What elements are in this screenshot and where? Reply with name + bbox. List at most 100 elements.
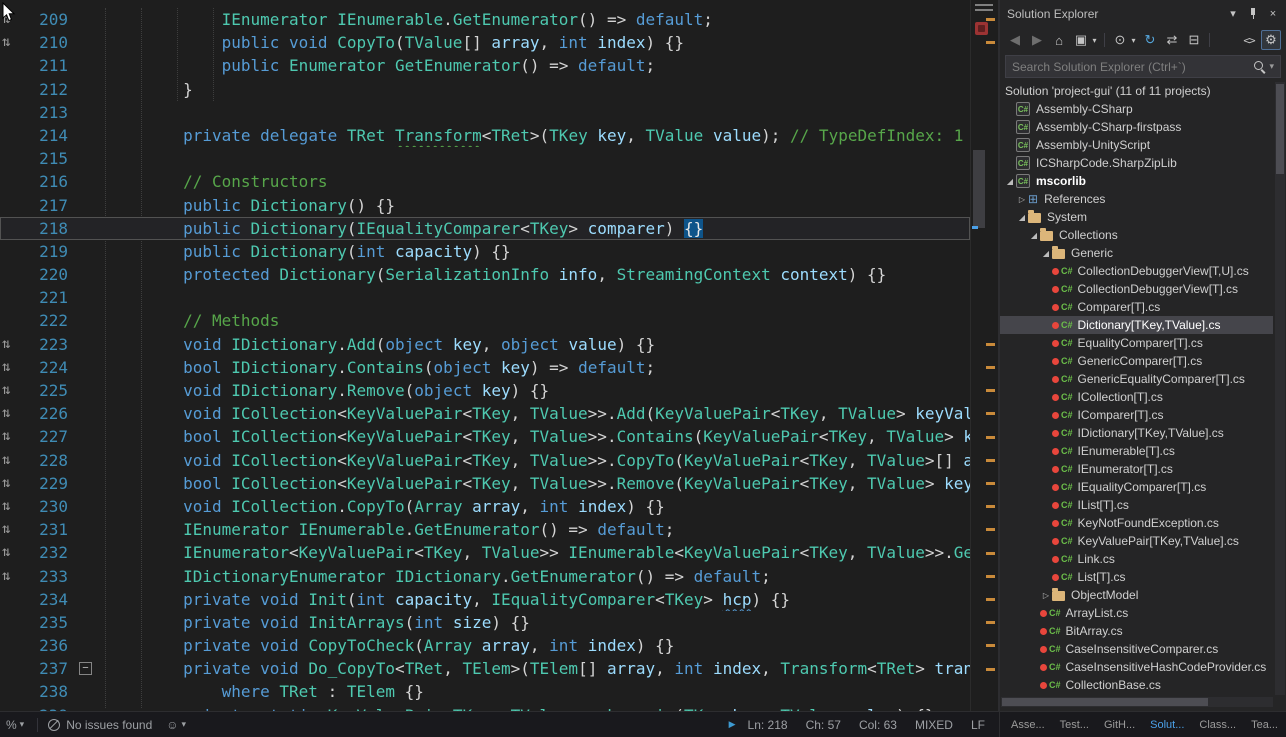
tree-item-project[interactable]: C#ICSharpCode.SharpZipLib [1000, 154, 1273, 172]
back-icon[interactable]: ◀ [1005, 30, 1025, 50]
tree-item-project[interactable]: C#Assembly-CSharp-firstpass [1000, 118, 1273, 136]
code-text[interactable]: } [98, 78, 970, 101]
code-line[interactable]: 216 // Constructors [0, 170, 970, 193]
tree-item-folder[interactable]: ▷ObjectModel [1000, 586, 1273, 604]
tree-item-file[interactable]: C#IEnumerator[T].cs [1000, 460, 1273, 478]
editor-scrollbar[interactable] [970, 0, 998, 711]
code-text[interactable]: void ICollection<KeyValuePair<TKey, TVal… [98, 402, 970, 425]
code-line[interactable]: 221 [0, 286, 970, 309]
switch-views-dropdown-icon[interactable]: ▾ [1090, 30, 1099, 50]
tree-item-file[interactable]: C#Dictionary[TKey,TValue].cs [1000, 316, 1273, 334]
tree-item-file[interactable]: C#CollectionDebuggerView[T,U].cs [1000, 262, 1273, 280]
line-number[interactable]: 216 [28, 170, 76, 193]
code-line[interactable]: ⇅224 bool IDictionary.Contains(object ke… [0, 356, 970, 379]
tree-item-file[interactable]: C#GenericComparer[T].cs [1000, 352, 1273, 370]
line-number[interactable]: 230 [28, 495, 76, 518]
code-line[interactable]: 218 public Dictionary(IEqualityComparer<… [0, 217, 970, 240]
code-line[interactable]: ⇅230 void ICollection.CopyTo(Array array… [0, 495, 970, 518]
line-indicator[interactable]: Ln: 218 [748, 718, 788, 732]
tree-item-folder[interactable]: ◢System [1000, 208, 1273, 226]
line-number[interactable]: 215 [28, 147, 76, 170]
tree-item-file[interactable]: C#CaseInsensitiveComparer.cs [1000, 640, 1273, 658]
code-line[interactable]: 234 private void Init(int capacity, IEqu… [0, 588, 970, 611]
line-number[interactable]: 237 [28, 657, 76, 680]
implements-glyph-icon[interactable]: ⇅ [2, 452, 10, 468]
home-icon[interactable]: ⌂ [1049, 30, 1069, 50]
implements-glyph-icon[interactable]: ⇅ [2, 336, 10, 352]
code-text[interactable]: IEnumerator IEnumerable.GetEnumerator() … [98, 8, 970, 31]
code-text[interactable]: // Methods [98, 309, 970, 332]
line-number[interactable]: 224 [28, 356, 76, 379]
code-line[interactable]: 239 private static KeyValuePair<TKey, TV… [0, 704, 970, 711]
implements-glyph-icon[interactable]: ⇅ [2, 382, 10, 398]
code-text[interactable]: protected Dictionary(SerializationInfo i… [98, 263, 970, 286]
code-line[interactable]: 236 private void CopyToCheck(Array array… [0, 634, 970, 657]
code-line[interactable]: 235 private void InitArrays(int size) {} [0, 611, 970, 634]
expand-icon[interactable]: ▷ [1040, 591, 1052, 600]
search-icon[interactable] [1253, 60, 1267, 74]
expand-icon[interactable]: ▷ [1016, 195, 1028, 204]
panel-title-bar[interactable]: Solution Explorer ▾× [1000, 0, 1286, 27]
code-text[interactable]: where TRet : TElem {} [98, 680, 970, 703]
line-number[interactable]: 232 [28, 541, 76, 564]
panel-tab-class[interactable]: Class... [1198, 717, 1237, 733]
code-text[interactable]: private static KeyValuePair<TKey, TValue… [98, 704, 970, 711]
tree-item-file[interactable]: C#IEqualityComparer[T].cs [1000, 478, 1273, 496]
code-text[interactable]: public void CopyTo(TValue[] array, int i… [98, 31, 970, 54]
collapse-icon[interactable]: ◢ [1004, 177, 1016, 186]
column-indicator[interactable]: Col: 63 [859, 718, 897, 732]
implements-glyph-icon[interactable]: ⇅ [2, 521, 10, 537]
line-number[interactable]: 233 [28, 565, 76, 588]
code-line[interactable]: 212 } [0, 78, 970, 101]
forward-icon[interactable]: ▶ [1027, 30, 1047, 50]
tree-item-file[interactable]: C#ICollection[T].cs [1000, 388, 1273, 406]
tree-item-file[interactable]: C#KeyValuePair[TKey,TValue].cs [1000, 532, 1273, 550]
implements-glyph-icon[interactable]: ⇅ [2, 11, 10, 27]
tree-item-project[interactable]: C#Assembly-CSharp [1000, 100, 1273, 118]
line-number[interactable]: 236 [28, 634, 76, 657]
search-input[interactable] [1006, 60, 1253, 74]
code-line[interactable]: ⇅231 IEnumerator IEnumerable.GetEnumerat… [0, 518, 970, 541]
no-issues-icon[interactable] [48, 719, 60, 731]
code-text[interactable]: private void InitArrays(int size) {} [98, 611, 970, 634]
code-line[interactable]: ⇅225 void IDictionary.Remove(object key)… [0, 379, 970, 402]
panel-tab-asse[interactable]: Asse... [1010, 717, 1046, 733]
tree-item-file[interactable]: C#BitArray.cs [1000, 622, 1273, 640]
code-line[interactable]: ⇅223 void IDictionary.Add(object key, ob… [0, 333, 970, 356]
tree-item-file[interactable]: C#CaseInsensitiveHashCodeProvider.cs [1000, 658, 1273, 676]
code-text[interactable]: bool ICollection<KeyValuePair<TKey, TVal… [98, 472, 970, 495]
code-line[interactable]: ⇅210 public void CopyTo(TValue[] array, … [0, 31, 970, 54]
code-line[interactable]: ⇅ 209 IEnumerator IEnumerable.GetEnumerat… [0, 8, 970, 31]
tree-item-folder[interactable]: ◢Generic [1000, 244, 1273, 262]
code-text[interactable]: public Dictionary(IEqualityComparer<TKey… [98, 217, 970, 240]
tree-item-project[interactable]: ◢C#mscorlib [1000, 172, 1273, 190]
code-line[interactable]: 213 [0, 101, 970, 124]
line-number[interactable]: 225 [28, 379, 76, 402]
pin-icon[interactable] [1244, 5, 1262, 23]
code-text[interactable]: public Enumerator GetEnumerator() => def… [98, 54, 970, 77]
line-number[interactable]: 231 [28, 518, 76, 541]
collapse-all-icon[interactable]: ⊟ [1184, 30, 1204, 50]
collapse-icon[interactable]: ◢ [1016, 213, 1028, 222]
tree-item-file[interactable]: C#EqualityComparer[T].cs [1000, 334, 1273, 352]
code-text[interactable]: private void Do_CopyTo<TRet, TElem>(TEle… [98, 657, 970, 680]
line-number[interactable]: 226 [28, 402, 76, 425]
code-line[interactable]: 222 // Methods [0, 309, 970, 332]
implements-glyph-icon[interactable]: ⇅ [2, 475, 10, 491]
tree-item-file[interactable]: C#CollectionDebuggerView[T].cs [1000, 280, 1273, 298]
view-code-icon[interactable]: <> [1239, 30, 1259, 50]
scrollbar-thumb[interactable] [1002, 698, 1208, 706]
tree-item-references[interactable]: ▷⊞References [1000, 190, 1273, 208]
line-number[interactable]: 217 [28, 194, 76, 217]
document-health-icon[interactable] [975, 22, 988, 35]
code-line[interactable]: 237− private void Do_CopyTo<TRet, TElem>… [0, 657, 970, 680]
split-handle[interactable] [975, 4, 993, 11]
code-line[interactable]: ⇅232 IEnumerator<KeyValuePair<TKey, TVal… [0, 541, 970, 564]
code-text[interactable]: IEnumerator<KeyValuePair<TKey, TValue>> … [98, 541, 970, 564]
code-line[interactable]: 238 where TRet : TElem {} [0, 680, 970, 703]
line-number[interactable]: 227 [28, 425, 76, 448]
tree-item-file[interactable]: C#GenericEqualityComparer[T].cs [1000, 370, 1273, 388]
code-line[interactable]: 215 [0, 147, 970, 170]
line-number[interactable]: 209 [28, 8, 76, 31]
tree-item-file[interactable]: C#Comparer[T].cs [1000, 298, 1273, 316]
